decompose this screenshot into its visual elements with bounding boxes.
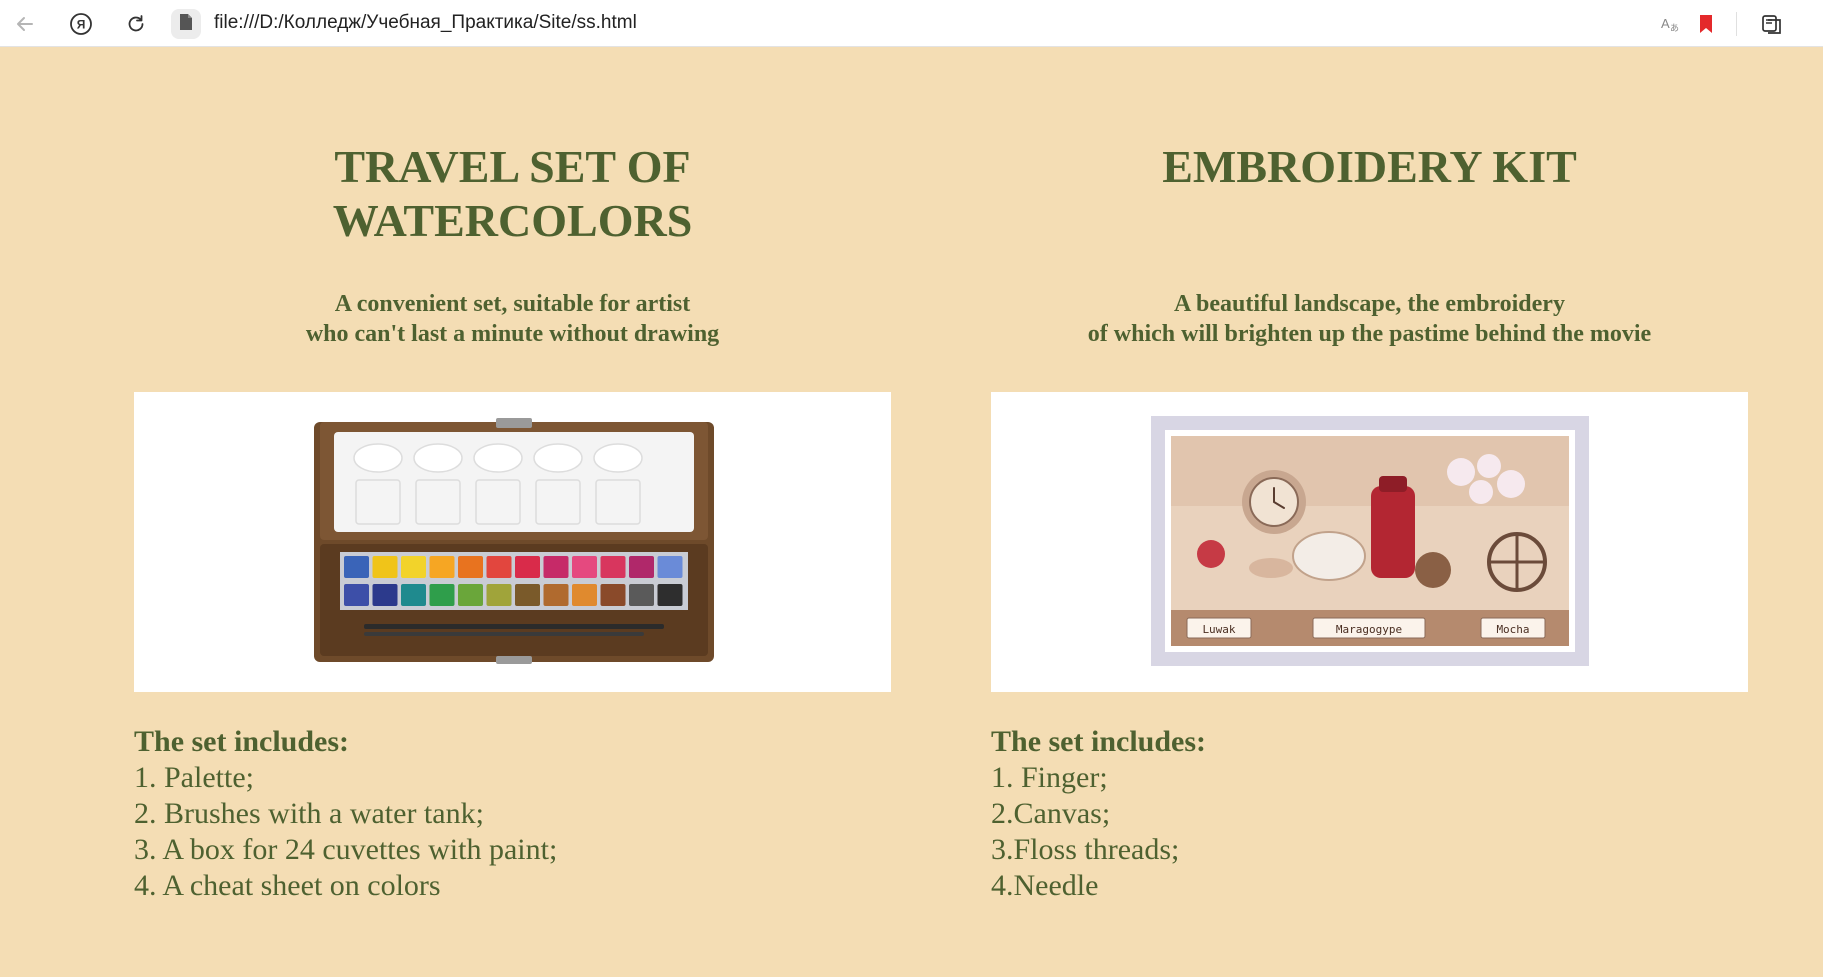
- list-item: 2.Canvas;: [991, 797, 1111, 830]
- paint-pan: [629, 584, 654, 606]
- paint-pan: [344, 556, 369, 578]
- svg-text:A: A: [1661, 16, 1670, 31]
- translate-icon: Aあ: [1659, 13, 1681, 35]
- svg-text:Я: Я: [77, 18, 86, 32]
- product-description: A convenient set, suitable for artist wh…: [305, 291, 720, 347]
- back-button[interactable]: [10, 9, 40, 39]
- yandex-icon: Я: [69, 12, 93, 36]
- reload-icon: [125, 13, 147, 35]
- list-item: 3.Floss threads;: [991, 833, 1180, 866]
- paint-pan: [657, 556, 683, 578]
- paint-pan: [429, 556, 455, 578]
- reload-button[interactable]: [121, 9, 151, 39]
- browser-toolbar: Я file:///D:/Колледж/Учебная_Практика/Si…: [0, 0, 1823, 47]
- svg-text:あ: あ: [1670, 23, 1679, 34]
- includes-list: 1. Finger; 2.Canvas; 3.Floss threads; 4.…: [991, 760, 1179, 904]
- embroidery-label: Luwak: [1202, 623, 1235, 636]
- paint-pan: [486, 556, 512, 578]
- includes-heading: The set includes:: [991, 725, 1207, 758]
- yandex-button[interactable]: Я: [66, 9, 96, 39]
- list-item: 1. Finger;: [991, 761, 1108, 794]
- embroidery-kit-image: Luwak Maragogype Mocha: [991, 392, 1748, 692]
- paint-pan: [629, 556, 654, 578]
- list-item: 1. Palette;: [134, 761, 254, 794]
- embroidery-label: Maragogype: [1336, 623, 1402, 636]
- translate-button[interactable]: Aあ: [1655, 9, 1685, 39]
- paint-pan: [372, 556, 398, 578]
- collections-icon: [1760, 12, 1784, 36]
- list-item: 4.Needle: [991, 869, 1099, 902]
- paint-pan: [486, 584, 512, 606]
- paint-pan: [429, 584, 455, 606]
- back-icon: [14, 13, 36, 35]
- list-item: 3. A box for 24 cuvettes with paint;: [134, 833, 558, 866]
- paint-pan: [401, 556, 426, 578]
- list-item: 2. Brushes with a water tank;: [134, 797, 484, 830]
- embroidery-label: Mocha: [1496, 623, 1529, 636]
- paint-pan: [458, 584, 483, 606]
- bookmark-icon: [1698, 14, 1714, 34]
- paint-pan: [600, 584, 626, 606]
- file-icon: [179, 13, 193, 36]
- address-bar[interactable]: file:///D:/Колледж/Учебная_Практика/Site…: [214, 12, 637, 34]
- product-description: A beautiful landscape, the embroidery of…: [1087, 291, 1652, 347]
- paint-pan: [515, 584, 540, 606]
- paint-pan: [543, 584, 569, 606]
- paint-pan: [401, 584, 426, 606]
- includes-list: 1. Palette; 2. Brushes with a water tank…: [134, 760, 557, 904]
- paint-pan: [543, 556, 569, 578]
- site-info-button[interactable]: [171, 9, 201, 39]
- paint-pan: [372, 584, 398, 606]
- toolbar-divider: [1736, 12, 1737, 36]
- product-title: EMBROIDERY KIT: [1162, 141, 1577, 192]
- bookmark-button[interactable]: [1691, 9, 1721, 39]
- product-title: TRAVEL SET OF WATERCOLORS: [332, 141, 693, 246]
- paint-pan: [572, 584, 597, 606]
- paint-pan: [572, 556, 597, 578]
- watercolor-set-image: [134, 392, 891, 692]
- paint-pan: [458, 556, 483, 578]
- paint-pan: [600, 556, 626, 578]
- paint-pan: [344, 584, 369, 606]
- paint-pan: [657, 584, 683, 606]
- includes-heading: The set includes:: [134, 725, 350, 758]
- paint-pan: [515, 556, 540, 578]
- collections-button[interactable]: [1757, 9, 1787, 39]
- list-item: 4. A cheat sheet on colors: [134, 869, 441, 902]
